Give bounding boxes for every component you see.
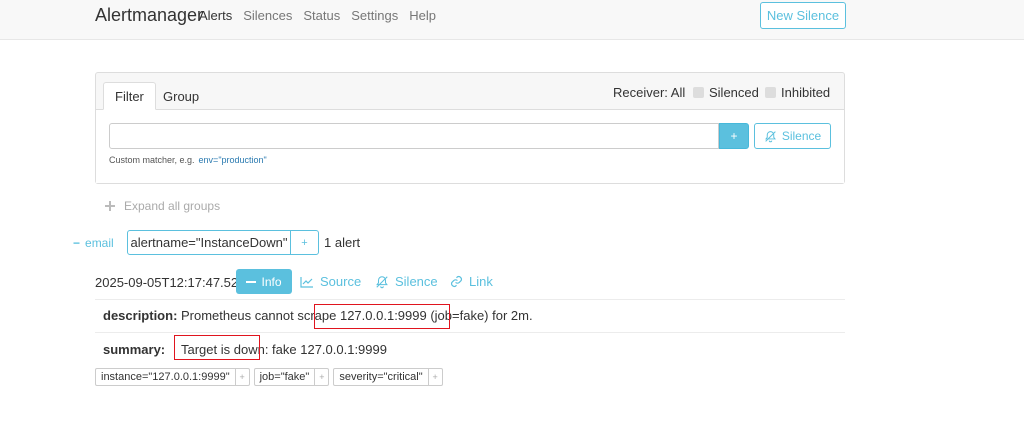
expand-all-groups[interactable]: Expand all groups (105, 199, 220, 213)
alert-silence-label: Silence (395, 274, 438, 289)
main-nav: Alerts Silences Status Settings Help (199, 8, 447, 23)
filter-silence-button[interactable]: Silence (754, 123, 831, 149)
tab-group[interactable]: Group (152, 82, 210, 110)
label-chip-severity[interactable]: severity="critical" + (333, 368, 443, 386)
source-link[interactable]: Source (300, 274, 361, 289)
nav-settings[interactable]: Settings (351, 8, 398, 23)
plus-icon (105, 201, 115, 211)
divider (95, 332, 845, 333)
filter-input[interactable] (109, 123, 719, 149)
checkbox-icon[interactable] (765, 87, 776, 98)
label-chip-instance[interactable]: instance="127.0.0.1:9999" + (95, 368, 250, 386)
bell-slash-icon (376, 275, 388, 288)
hint-text: Custom matcher, e.g. (109, 155, 195, 165)
group-collapse-toggle[interactable]: − email (73, 236, 114, 250)
alert-labels: instance="127.0.0.1:9999" + job="fake" +… (95, 368, 443, 386)
annotation-key-description: description: (103, 308, 178, 323)
add-matcher-button[interactable]: + (719, 123, 749, 149)
highlight-box (314, 304, 450, 329)
highlight-box (174, 335, 260, 360)
nav-help[interactable]: Help (409, 8, 436, 23)
receiver-select[interactable]: Receiver: All (613, 85, 685, 100)
label-chip-text[interactable]: job="fake" (255, 369, 315, 385)
bell-slash-icon (764, 130, 776, 142)
alert-count: 1 alert (324, 235, 361, 250)
filter-silence-label: Silence (781, 129, 822, 143)
nav-alerts[interactable]: Alerts (199, 8, 232, 23)
alert-timestamp: 2025-09-05T12:17:47.520Z (95, 275, 254, 290)
label-chip-text[interactable]: severity="critical" (334, 369, 427, 385)
tab-filter[interactable]: Filter (103, 82, 156, 110)
silenced-checkbox[interactable]: Silenced (693, 85, 759, 100)
info-label: Info (261, 274, 282, 289)
label-chip-add-button[interactable]: + (427, 369, 442, 385)
divider (95, 299, 845, 300)
checkbox-icon[interactable] (693, 87, 704, 98)
link-icon (450, 275, 463, 288)
nav-status[interactable]: Status (303, 8, 340, 23)
label-chip-add-button[interactable]: + (314, 369, 328, 385)
minus-icon: − (73, 236, 81, 250)
link-label: Link (469, 274, 493, 289)
inhibited-checkbox[interactable]: Inhibited (765, 85, 830, 100)
nav-silences[interactable]: Silences (243, 8, 292, 23)
hint-example: env="production" (198, 155, 267, 165)
label-chip-job[interactable]: job="fake" + (253, 368, 330, 386)
silenced-label: Silenced (709, 85, 759, 100)
new-silence-button[interactable]: New Silence (760, 2, 846, 29)
filter-card: Filter Group Receiver: All Silenced Inhi… (95, 72, 845, 184)
expand-all-label: Expand all groups (124, 199, 221, 213)
chart-line-icon (300, 276, 313, 288)
alert-silence-link[interactable]: Silence (375, 274, 438, 289)
info-button[interactable]: Info (236, 269, 292, 294)
label-chip-text[interactable]: instance="127.0.0.1:9999" (96, 369, 235, 385)
source-label: Source (320, 274, 362, 289)
annotation-key-summary: summary: (103, 342, 166, 357)
alert-link[interactable]: Link (450, 274, 493, 289)
matcher-hint: Custom matcher, e.g. env="production" (109, 155, 267, 165)
group-add-filter-button[interactable]: + (290, 230, 319, 255)
minus-icon (246, 280, 257, 283)
navbar: Alertmanager Alerts Silences Status Sett… (0, 0, 1024, 40)
brand-logo[interactable]: Alertmanager (95, 5, 203, 26)
inhibited-label: Inhibited (781, 85, 831, 100)
group-receiver: email (85, 236, 114, 250)
label-chip-add-button[interactable]: + (234, 369, 249, 385)
group-label-alertname[interactable]: alertname="InstanceDown" (127, 230, 291, 255)
